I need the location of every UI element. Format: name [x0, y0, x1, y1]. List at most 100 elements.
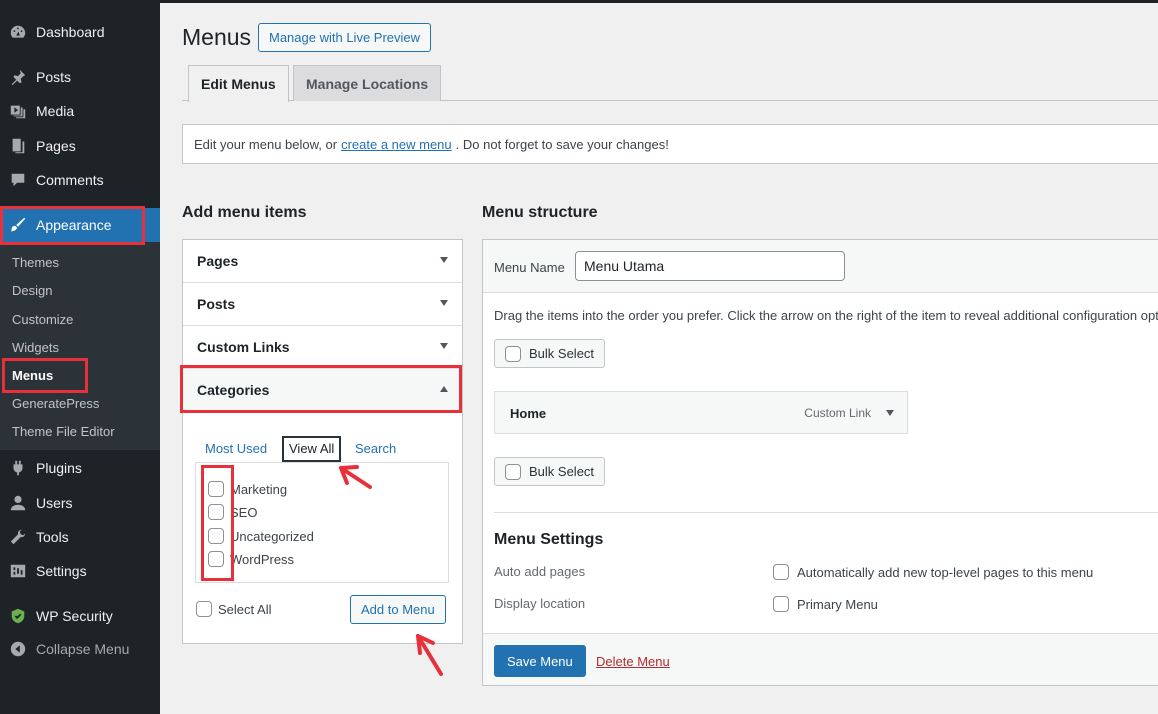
delete-menu-link[interactable]: Delete Menu — [596, 654, 670, 669]
menu-settings-heading: Menu Settings — [494, 531, 604, 548]
tab-edit-menus[interactable]: Edit Menus — [188, 65, 289, 102]
create-new-menu-link[interactable]: create a new menu — [341, 137, 452, 152]
sidebar-item-label: Plugins — [36, 460, 82, 476]
menu-name-bar: Menu Name — [483, 240, 1158, 293]
category-item[interactable]: SEO — [208, 504, 257, 520]
submenu-design[interactable]: Design — [12, 283, 52, 298]
chevron-down-icon — [440, 257, 448, 263]
menu-item-type: Custom Link — [804, 406, 871, 420]
tab-manage-locations[interactable]: Manage Locations — [293, 65, 442, 101]
media-icon — [0, 102, 36, 120]
drag-hint: Drag the items into the order you prefer… — [494, 308, 1158, 323]
category-label: Uncategorized — [230, 528, 314, 544]
auto-add-option-label: Automatically add new top-level pages to… — [797, 564, 1094, 580]
category-checkbox[interactable] — [208, 504, 224, 520]
category-checkbox[interactable] — [208, 528, 224, 544]
menu-structure-panel: Menu Name Drag the items into the order … — [482, 239, 1158, 686]
accordion-custom-links[interactable]: Custom Links — [183, 326, 462, 369]
submenu-menus[interactable]: Menus — [12, 368, 53, 383]
tab-view-all[interactable]: View All — [281, 436, 342, 462]
shield-icon — [0, 607, 36, 625]
pin-icon — [0, 68, 36, 86]
category-label: Marketing — [230, 481, 288, 497]
notice-text-end: . Do not forget to save your changes! — [455, 136, 669, 152]
submenu-widgets[interactable]: Widgets — [12, 340, 59, 355]
sidebar-item-label: Posts — [36, 69, 72, 85]
category-checkbox[interactable] — [208, 481, 224, 497]
auto-add-option[interactable]: Automatically add new top-level pages to… — [773, 564, 1093, 580]
submenu-themes[interactable]: Themes — [12, 255, 59, 270]
top-bar — [160, 0, 1158, 3]
primary-menu-label: Primary Menu — [797, 596, 878, 612]
bulk-select-checkbox[interactable] — [505, 463, 521, 480]
primary-menu-option[interactable]: Primary Menu — [773, 596, 878, 612]
bulk-select-label: Bulk Select — [529, 346, 595, 361]
select-all-checkbox[interactable] — [196, 601, 212, 617]
comment-icon — [0, 171, 36, 189]
category-label: SEO — [230, 504, 258, 520]
sidebar-item-label: Appearance — [36, 217, 112, 233]
sidebar-item-appearance[interactable]: Appearance — [0, 208, 160, 242]
bulk-select-button-bottom[interactable]: Bulk Select — [494, 457, 606, 486]
tab-search[interactable]: Search — [355, 441, 396, 456]
auto-add-checkbox[interactable] — [773, 564, 789, 580]
sidebar-item-comments[interactable]: Comments — [0, 163, 160, 197]
sidebar-item-users[interactable]: Users — [0, 486, 160, 520]
wrench-icon — [0, 528, 36, 546]
edit-notice: Edit your menu below, or create a new me… — [182, 124, 1158, 164]
sidebar-item-posts[interactable]: Posts — [0, 60, 160, 94]
sidebar-item-pages[interactable]: Pages — [0, 129, 160, 163]
divider — [494, 512, 1158, 513]
user-icon — [0, 494, 36, 512]
primary-menu-checkbox[interactable] — [773, 596, 789, 612]
accordion-pages[interactable]: Pages — [183, 240, 462, 283]
submenu-customize[interactable]: Customize — [12, 312, 73, 327]
sidebar-item-tools[interactable]: Tools — [0, 520, 160, 554]
menu-item-title: Home — [510, 406, 547, 421]
accordion-posts[interactable]: Posts — [183, 283, 462, 326]
sidebar-item-label: Pages — [36, 138, 76, 154]
sidebar-item-dashboard[interactable]: Dashboard — [0, 15, 160, 49]
menu-name-input[interactable] — [575, 251, 845, 281]
accordion-label: Posts — [197, 296, 236, 312]
menu-actions-bar: Save Menu Delete Menu — [483, 633, 1158, 685]
dashboard-icon — [0, 23, 36, 41]
sidebar-item-plugins[interactable]: Plugins — [0, 451, 160, 485]
bulk-select-button[interactable]: Bulk Select — [494, 339, 606, 368]
select-all[interactable]: Select All — [196, 601, 271, 617]
accordion-categories[interactable]: Categories — [183, 369, 462, 412]
sidebar-item-settings[interactable]: Settings — [0, 554, 160, 588]
page-title: Menus — [182, 24, 252, 50]
sidebar-item-label: Media — [36, 103, 75, 119]
category-item[interactable]: Marketing — [208, 481, 287, 497]
plugin-icon — [0, 459, 36, 477]
submenu-theme-file-editor[interactable]: Theme File Editor — [12, 424, 115, 439]
chevron-up-icon — [440, 386, 448, 392]
save-menu-button[interactable]: Save Menu — [494, 645, 586, 677]
notice-text: Edit your menu below, or — [194, 136, 338, 152]
sidebar-item-wp-security[interactable]: WP Security — [0, 599, 160, 633]
category-checkbox[interactable] — [208, 551, 224, 567]
chevron-down-icon[interactable] — [886, 410, 894, 416]
menu-item[interactable]: Home Custom Link — [494, 391, 908, 434]
admin-sidebar: Dashboard Posts Media Pages Comments App… — [0, 0, 160, 714]
sidebar-item-label: Collapse Menu — [36, 641, 130, 657]
sidebar-item-label: Tools — [36, 529, 69, 545]
category-item[interactable]: Uncategorized — [208, 528, 314, 544]
submenu-generatepress[interactable]: GeneratePress — [12, 396, 99, 411]
sidebar-item-media[interactable]: Media — [0, 94, 160, 128]
add-to-menu-button[interactable]: Add to Menu — [350, 595, 446, 624]
category-item[interactable]: WordPress — [208, 551, 294, 567]
accordion-label: Pages — [197, 253, 239, 269]
pages-icon — [0, 137, 36, 155]
chevron-down-icon — [440, 343, 448, 349]
manage-live-preview-button[interactable]: Manage with Live Preview — [258, 23, 432, 52]
sidebar-item-label: Settings — [36, 563, 87, 579]
select-all-label: Select All — [218, 601, 272, 617]
sidebar-item-label: Comments — [36, 172, 104, 188]
bulk-select-checkbox[interactable] — [505, 345, 521, 362]
tab-most-used[interactable]: Most Used — [205, 441, 267, 456]
collapse-menu[interactable]: Collapse Menu — [0, 632, 160, 666]
menu-structure-heading: Menu structure — [482, 204, 598, 221]
sidebar-item-label: Dashboard — [36, 24, 105, 40]
